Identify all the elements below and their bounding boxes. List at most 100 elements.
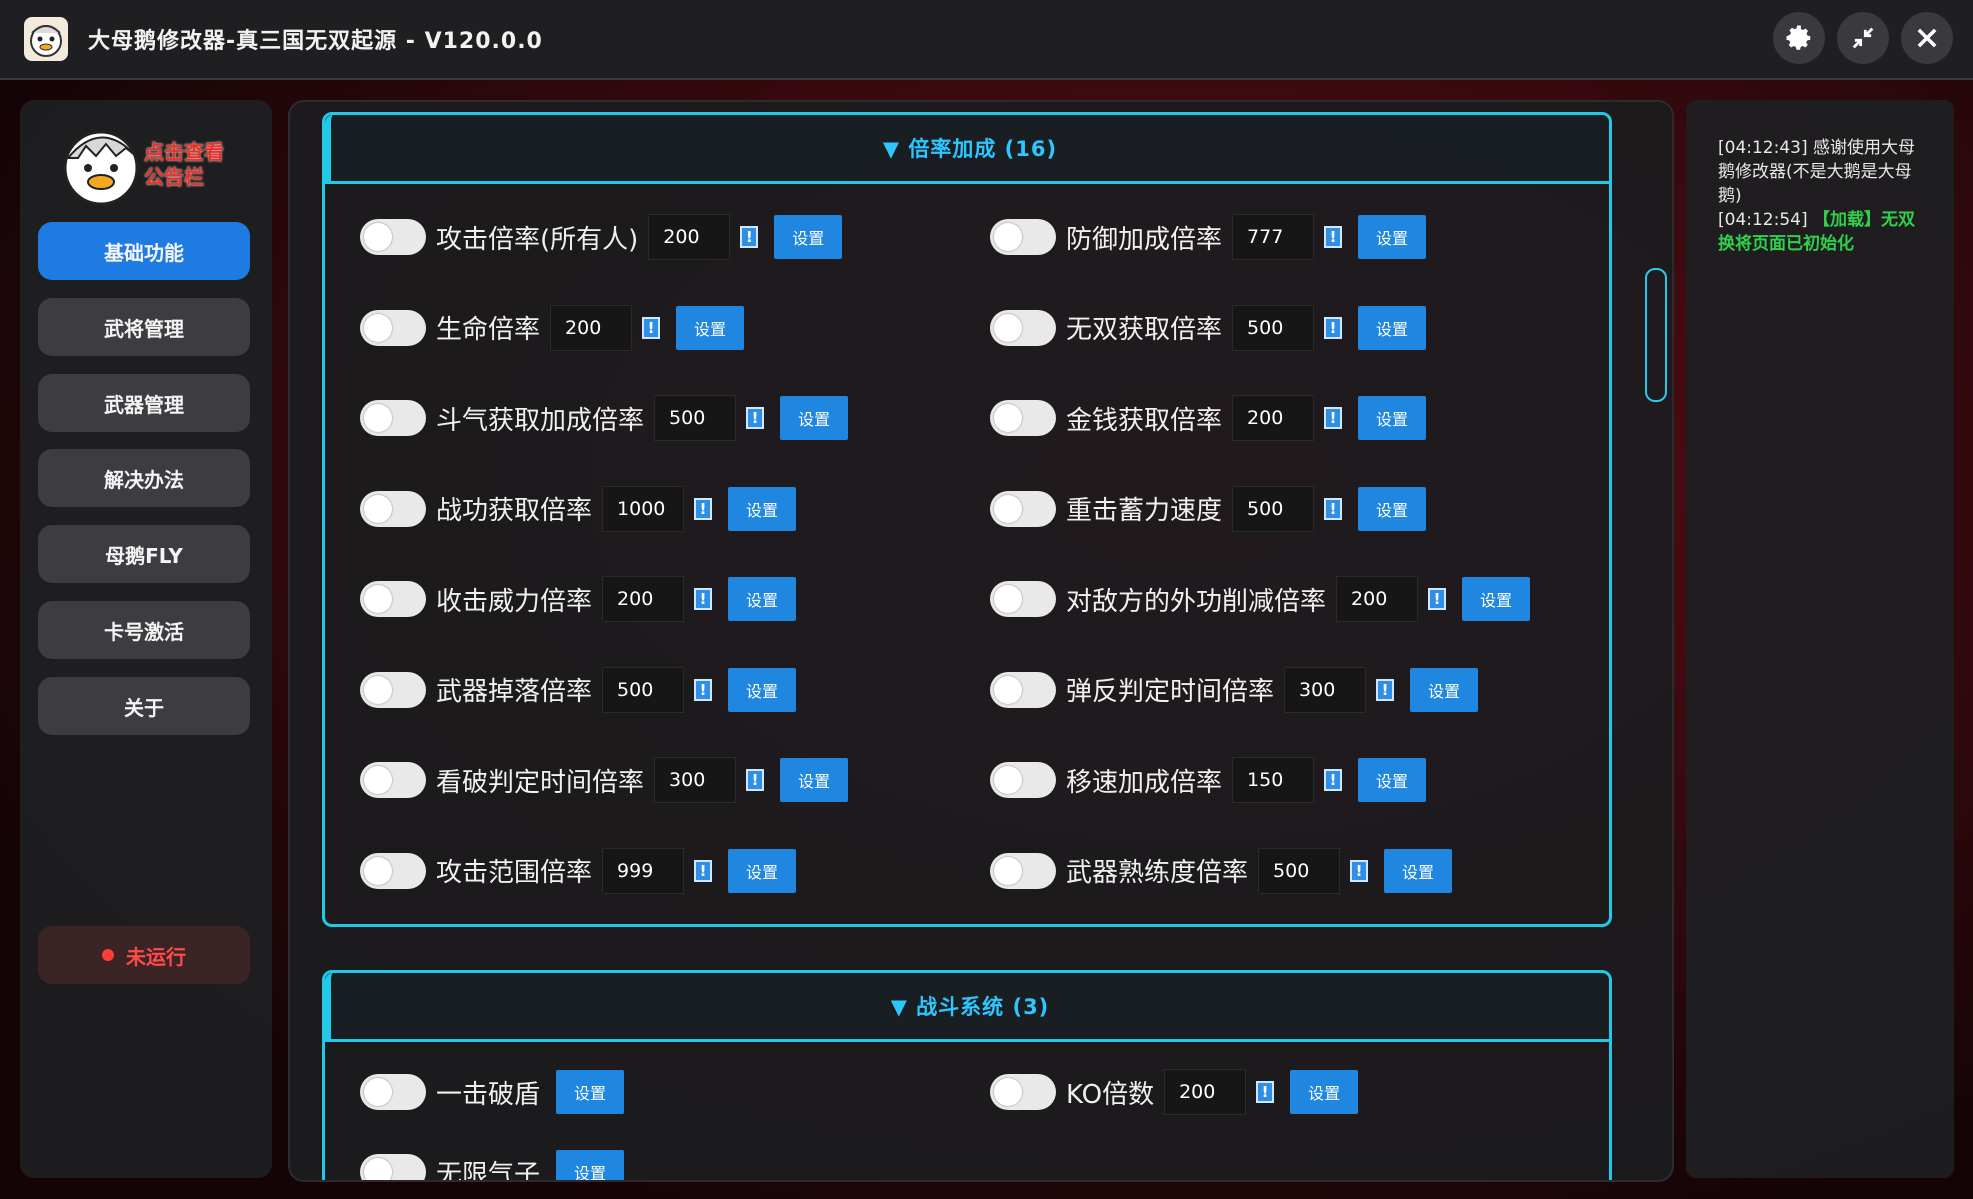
minimize-button[interactable]	[1837, 12, 1889, 64]
option-set-button[interactable]: 设置	[676, 305, 745, 350]
option-value-input[interactable]: 200	[1232, 395, 1315, 441]
info-icon[interactable]: !	[1256, 1081, 1275, 1103]
option-value-input[interactable]: 500	[1232, 485, 1315, 532]
option-toggle[interactable]	[360, 671, 426, 708]
option-toggle[interactable]	[360, 762, 426, 798]
option-set-button[interactable]: 设置	[1384, 848, 1453, 893]
option-set-button[interactable]: 设置	[1358, 396, 1427, 440]
option-set-button[interactable]: 设置	[774, 215, 843, 259]
option-set-button[interactable]: 设置	[728, 667, 797, 712]
option-set-button[interactable]: 设置	[1358, 305, 1427, 350]
info-icon[interactable]: !	[740, 226, 759, 248]
info-icon[interactable]: !	[1350, 859, 1369, 882]
option-toggle[interactable]	[990, 1074, 1056, 1110]
info-icon[interactable]: !	[642, 316, 661, 339]
option-toggle[interactable]	[360, 1074, 426, 1110]
option-set-button[interactable]: 设置	[780, 396, 849, 440]
option-row: 移速加成倍率 150! 设置	[990, 755, 1427, 805]
option-value-input[interactable]: 500	[654, 395, 737, 441]
option-value-input[interactable]: 300	[654, 757, 737, 803]
nav-basic-functions[interactable]: 基础功能	[38, 222, 250, 280]
option-value-input[interactable]: 200	[602, 576, 685, 622]
option-row: 武器掉落倍率 500! 设置	[360, 665, 797, 715]
option-set-button[interactable]: 设置	[1410, 667, 1479, 712]
nav-solutions[interactable]: 解决办法	[38, 449, 250, 507]
option-set-button[interactable]: 设置	[556, 1070, 625, 1114]
option-toggle[interactable]	[990, 490, 1056, 527]
nav-weapon-management[interactable]: 武器管理	[38, 374, 250, 432]
option-value-input[interactable]: 200	[550, 304, 633, 351]
info-icon[interactable]: !	[1324, 316, 1343, 339]
option-value-input[interactable]: 500	[1258, 847, 1341, 894]
option-set-button[interactable]: 设置	[1462, 577, 1531, 621]
option-value-input[interactable]: 200	[1336, 576, 1419, 622]
option-toggle[interactable]	[360, 581, 426, 617]
option-toggle[interactable]	[360, 400, 426, 436]
section-header[interactable]: ▼ 战斗系统 (3)	[325, 973, 1609, 1042]
option-toggle[interactable]	[990, 219, 1056, 255]
option-label: 攻击范围倍率	[436, 858, 593, 888]
info-icon[interactable]: !	[1376, 678, 1395, 701]
info-icon[interactable]: !	[1428, 588, 1447, 610]
option-set-button[interactable]: 设置	[1358, 486, 1427, 531]
info-icon[interactable]: !	[1324, 226, 1343, 248]
option-value-input[interactable]: 200	[648, 214, 731, 260]
option-toggle[interactable]	[360, 490, 426, 527]
option-value-input[interactable]: 150	[1232, 757, 1315, 803]
option-set-button[interactable]: 设置	[556, 1150, 625, 1180]
option-row: 弹反判定时间倍率 300! 设置	[990, 665, 1479, 715]
option-toggle[interactable]	[990, 671, 1056, 708]
option-toggle[interactable]	[360, 1154, 426, 1180]
option-row: 无限气子 设置	[360, 1147, 625, 1180]
nav-card-activation[interactable]: 卡号激活	[38, 601, 250, 659]
option-value-input[interactable]: 300	[1284, 666, 1367, 713]
option-row: 无双获取倍率 500! 设置	[990, 303, 1427, 353]
info-icon[interactable]: !	[746, 407, 765, 429]
option-toggle[interactable]	[360, 852, 426, 889]
info-icon[interactable]: !	[1324, 769, 1343, 791]
option-row: 重击蓄力速度 500! 设置	[990, 484, 1427, 534]
settings-button[interactable]	[1773, 12, 1825, 64]
info-icon[interactable]: !	[694, 588, 713, 610]
option-set-button[interactable]: 设置	[1358, 758, 1427, 802]
option-row: 斗气获取加成倍率 500! 设置	[360, 393, 849, 443]
option-row: 对敌方的外功削减倍率 200! 设置	[990, 574, 1531, 624]
nav-goose-fly[interactable]: 母鹅FLY	[38, 525, 250, 583]
section-header[interactable]: ▼ 倍率加成 (16)	[325, 115, 1609, 184]
option-set-button[interactable]: 设置	[1358, 215, 1427, 259]
option-set-button[interactable]: 设置	[728, 486, 797, 531]
option-toggle[interactable]	[990, 400, 1056, 436]
window-title: 大母鹅修改器-真三国无双起源 - V120.0.0	[88, 29, 543, 54]
option-toggle[interactable]	[990, 762, 1056, 798]
info-icon[interactable]: !	[746, 769, 765, 791]
option-toggle[interactable]	[360, 309, 426, 346]
option-set-button[interactable]: 设置	[728, 577, 797, 621]
scrollbar-thumb[interactable]	[1645, 268, 1667, 402]
option-value-input[interactable]: 777	[1232, 214, 1315, 260]
info-icon[interactable]: !	[694, 678, 713, 701]
nav-general-management[interactable]: 武将管理	[38, 298, 250, 356]
title-bar: 大母鹅修改器-真三国无双起源 - V120.0.0	[0, 0, 1973, 80]
option-value-input[interactable]: 999	[602, 847, 685, 894]
shrink-arrows-icon	[1852, 27, 1874, 49]
option-toggle[interactable]	[990, 309, 1056, 346]
option-toggle[interactable]	[360, 219, 426, 255]
info-icon[interactable]: !	[694, 859, 713, 882]
option-set-button[interactable]: 设置	[780, 758, 849, 802]
option-value-input[interactable]: 500	[1232, 304, 1315, 351]
option-set-button[interactable]: 设置	[1290, 1070, 1359, 1114]
option-set-button[interactable]: 设置	[728, 848, 797, 893]
option-value-input[interactable]: 200	[1164, 1069, 1247, 1115]
option-toggle[interactable]	[990, 852, 1056, 889]
option-value-input[interactable]: 500	[602, 666, 685, 713]
option-toggle[interactable]	[990, 581, 1056, 617]
nav-about[interactable]: 关于	[38, 677, 250, 735]
close-button[interactable]	[1901, 12, 1953, 64]
option-label: 看破判定时间倍率	[436, 767, 645, 798]
notice-board-button[interactable]: 点击查看公告栏	[56, 118, 236, 208]
option-label: KO倍数	[1066, 1079, 1155, 1110]
info-icon[interactable]: !	[694, 497, 713, 520]
info-icon[interactable]: !	[1324, 407, 1343, 429]
info-icon[interactable]: !	[1324, 497, 1343, 520]
option-value-input[interactable]: 1000	[602, 485, 685, 532]
